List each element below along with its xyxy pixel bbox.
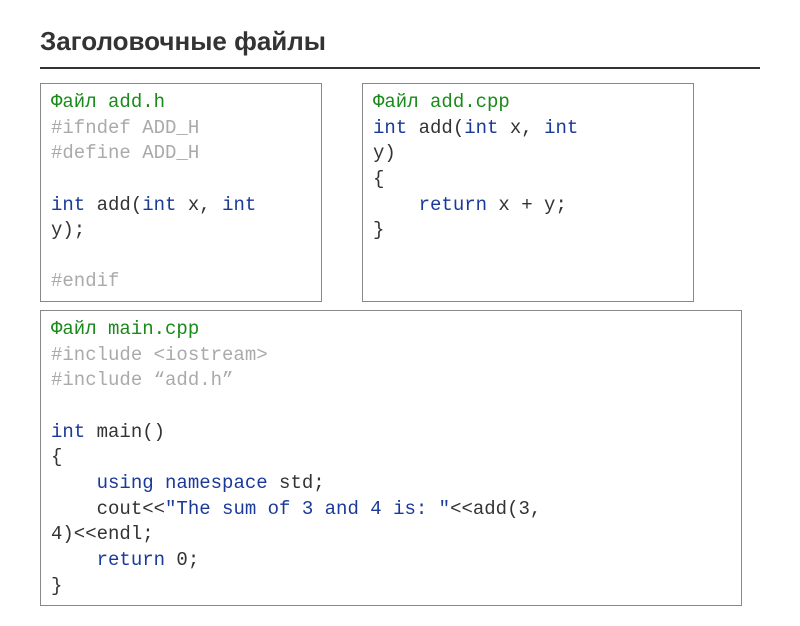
codebox-add-h: Файл add.h #ifndef ADD_H #define ADD_H i…: [40, 83, 322, 302]
param-y: y);: [51, 219, 85, 241]
filename-add-cpp: add.cpp: [430, 91, 510, 113]
filename-add-h: add.h: [108, 91, 165, 113]
kw-namespace: namespace: [165, 472, 268, 494]
fn-main: main(): [85, 421, 165, 443]
kw-int: int: [544, 117, 578, 139]
expr-xy: x + y;: [487, 194, 567, 216]
kw-int: int: [373, 117, 407, 139]
brace-close: }: [51, 575, 62, 597]
codebox-add-cpp: Файл add.cpp int add(int x, int y) { ret…: [362, 83, 694, 302]
brace-open: {: [51, 446, 62, 468]
filename-main-cpp: main.cpp: [108, 318, 199, 340]
indent: [51, 549, 97, 571]
file-label: Файл: [373, 91, 430, 113]
zero: 0;: [165, 549, 199, 571]
preproc-define: #define ADD_H: [51, 142, 199, 164]
top-row: Файл add.h #ifndef ADD_H #define ADD_H i…: [40, 83, 760, 302]
brace-open: {: [373, 168, 384, 190]
kw-using: using: [97, 472, 154, 494]
indent: [51, 472, 97, 494]
string-literal: "The sum of 3 and 4 is: ": [165, 498, 450, 520]
kw-int: int: [51, 194, 85, 216]
kw-int: int: [51, 421, 85, 443]
cout: cout<<: [97, 498, 165, 520]
add-call-tail: 4)<<endl;: [51, 523, 154, 545]
kw-return: return: [419, 194, 487, 216]
indent: [373, 194, 419, 216]
file-label: Файл: [51, 318, 108, 340]
preproc-ifndef: #ifndef ADD_H: [51, 117, 199, 139]
param-y: y): [373, 142, 396, 164]
indent: [51, 498, 97, 520]
add-call: <<add(3,: [450, 498, 541, 520]
brace-close: }: [373, 219, 384, 241]
codebox-main-cpp: Файл main.cpp #include <iostream> #inclu…: [40, 310, 742, 606]
file-label: Файл: [51, 91, 108, 113]
param-x: x,: [176, 194, 222, 216]
slide-title: Заголовочные файлы: [40, 20, 760, 69]
include-iostream: #include <iostream>: [51, 344, 268, 366]
param-x: x,: [498, 117, 544, 139]
fn-add: add(: [85, 194, 142, 216]
kw-int: int: [142, 194, 176, 216]
ns-std: std;: [268, 472, 325, 494]
kw-int: int: [464, 117, 498, 139]
preproc-endif: #endif: [51, 270, 119, 292]
fn-add: add(: [407, 117, 464, 139]
kw-int: int: [222, 194, 256, 216]
kw-return: return: [97, 549, 165, 571]
slide-container: Заголовочные файлы Файл add.h #ifndef AD…: [0, 0, 800, 626]
space: [154, 472, 165, 494]
include-addh: #include “add.h”: [51, 369, 233, 391]
